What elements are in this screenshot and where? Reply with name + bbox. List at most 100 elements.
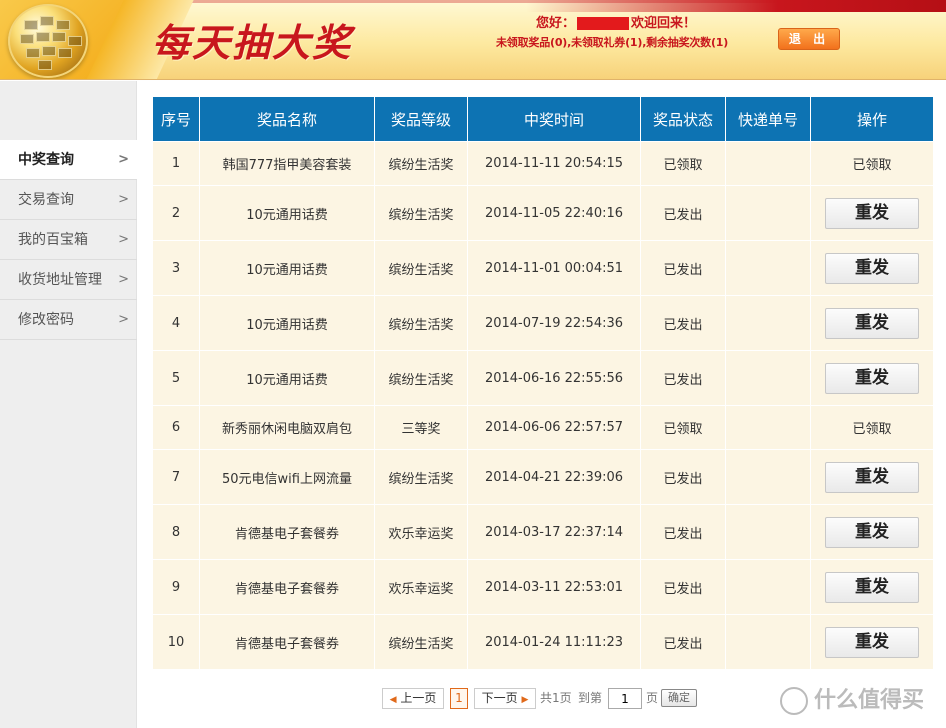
row-number: 6 [152,405,200,450]
resend-button[interactable]: 重发 [825,571,919,603]
win-time: 2014-01-24 11:11:23 [467,614,641,670]
column-header: 序号 [152,96,200,142]
goto-prefix: 到第 [578,691,603,705]
prev-page-button[interactable]: ◀ 上一页 [382,688,444,709]
prize-status: 已发出 [640,614,726,670]
action-cell: 重发 [810,504,934,560]
action-cell: 已领取 [810,405,934,450]
globe-logo-icon [8,4,88,78]
watermark: 什么值得买 [780,682,924,715]
row-number: 8 [152,504,200,560]
row-number: 7 [152,449,200,505]
table-header-row: 序号 奖品名称 奖品等级 中奖时间 奖品状态 快递单号 操作 [152,96,934,142]
row-number: 10 [152,614,200,670]
tracking-number [725,559,811,615]
column-header: 奖品状态 [640,96,726,142]
action-cell: 重发 [810,559,934,615]
prize-name: 50元电信wifi上网流量 [199,449,375,505]
row-number: 9 [152,559,200,615]
table-row: 10 肯德基电子套餐券 缤纷生活奖 2014-01-24 11:11:23 已发出 重发 [152,614,934,670]
sidebar-item-label: 修改密码 [18,312,74,328]
prize-status: 已领取 [640,141,726,186]
tracking-number [725,405,811,450]
tracking-number [725,614,811,670]
confirm-button[interactable]: 确定 [661,689,697,707]
prize-table: 序号 奖品名称 奖品等级 中奖时间 奖品状态 快递单号 操作 1 韩国777指甲美… [152,96,934,670]
prize-status: 已领取 [640,405,726,450]
welcome-message: 您好： 欢迎回来！ [536,12,696,31]
prize-level: 缤纷生活奖 [374,614,468,670]
prize-status: 已发出 [640,449,726,505]
prize-level: 缤纷生活奖 [374,295,468,351]
prize-name: 韩国777指甲美容套装 [199,141,375,186]
action-cell: 重发 [810,295,934,351]
table-row: 7 50元电信wifi上网流量 缤纷生活奖 2014-04-21 22:39:06 已发… [152,449,934,505]
row-number: 2 [152,185,200,241]
resend-button[interactable]: 重发 [825,362,919,394]
sidebar-item-treasure-box[interactable]: 我的百宝箱 > [0,220,137,260]
table-row: 5 10元通用话费 缤纷生活奖 2014-06-16 22:55:56 已发出 重发 [152,350,934,406]
prize-level: 缤纷生活奖 [374,240,468,296]
row-number: 5 [152,350,200,406]
tracking-number [725,185,811,241]
next-page-label: 下一页 [481,691,518,705]
resend-button[interactable]: 重发 [825,307,919,339]
action-cell: 已领取 [810,141,934,186]
logout-button[interactable]: 退 出 [778,28,840,50]
resend-button[interactable]: 重发 [825,516,919,548]
win-time: 2014-04-21 22:39:06 [467,449,641,505]
prize-level: 欢乐幸运奖 [374,559,468,615]
win-time: 2014-11-11 20:54:15 [467,141,641,186]
prize-name: 肯德基电子套餐券 [199,559,375,615]
prize-table-container: 序号 奖品名称 奖品等级 中奖时间 奖品状态 快递单号 操作 1 韩国777指甲美… [152,96,934,670]
watermark-logo-icon [780,687,808,715]
row-number: 4 [152,295,200,351]
prize-status: 已发出 [640,240,726,296]
prize-level: 缤纷生活奖 [374,449,468,505]
table-row: 2 10元通用话费 缤纷生活奖 2014-11-05 22:40:16 已发出 重发 [152,185,934,241]
page-header: 每天抽大奖 您好： 欢迎回来！ 未领取奖品(0),未领取礼券(1),剩余抽奖次数(… [0,0,946,80]
table-row: 9 肯德基电子套餐券 欢乐幸运奖 2014-03-11 22:53:01 已发出 重发 [152,559,934,615]
next-page-button[interactable]: 下一页 ▶ [474,688,536,709]
sidebar-item-label: 交易查询 [18,192,74,208]
current-page-button[interactable]: 1 [450,688,468,709]
sidebar-item-change-password[interactable]: 修改密码 > [0,300,137,340]
watermark-text: 什么值得买 [814,688,925,713]
row-number: 1 [152,141,200,186]
sidebar-item-label: 我的百宝箱 [18,232,88,248]
goto-page-input[interactable] [608,688,642,709]
sidebar-item-address-manage[interactable]: 收货地址管理 > [0,260,137,300]
table-row: 6 新秀丽休闲电脑双肩包 三等奖 2014-06-06 22:57:57 已领取 已领取 [152,405,934,450]
sidebar-item-trade-query[interactable]: 交易查询 > [0,180,137,220]
win-time: 2014-06-06 22:57:57 [467,405,641,450]
prize-level: 缤纷生活奖 [374,141,468,186]
sidebar-item-label: 收货地址管理 [18,272,102,288]
tracking-number [725,240,811,296]
resend-button[interactable]: 重发 [825,626,919,658]
prize-level: 缤纷生活奖 [374,185,468,241]
prize-name: 10元通用话费 [199,240,375,296]
page-title: 每天抽大奖 [152,20,353,65]
column-header: 操作 [810,96,934,142]
prize-level: 缤纷生活奖 [374,350,468,406]
table-row: 4 10元通用话费 缤纷生活奖 2014-07-19 22:54:36 已发出 重发 [152,295,934,351]
prize-level: 三等奖 [374,405,468,450]
sidebar-item-prize-query[interactable]: 中奖查询 > [0,140,137,180]
win-time: 2014-03-11 22:53:01 [467,559,641,615]
resend-button[interactable]: 重发 [825,461,919,493]
win-time: 2014-03-17 22:37:14 [467,504,641,560]
resend-button[interactable]: 重发 [825,252,919,284]
table-row: 1 韩国777指甲美容套装 缤纷生活奖 2014-11-11 20:54:15 已领取已… [152,141,934,186]
greeting-prefix: 您好： [536,16,576,31]
redacted-username [577,17,630,30]
chevron-right-icon: > [118,272,129,287]
prize-status: 已发出 [640,504,726,560]
prize-status: 已发出 [640,185,726,241]
action-cell: 重发 [810,350,934,406]
prize-name: 新秀丽休闲电脑双肩包 [199,405,375,450]
account-stats: 未领取奖品(0),未领取礼券(1),剩余抽奖次数(1) [496,36,729,49]
prize-name: 10元通用话费 [199,295,375,351]
tracking-number [725,449,811,505]
resend-button[interactable]: 重发 [825,197,919,229]
greeting-suffix: 欢迎回来！ [631,16,697,31]
